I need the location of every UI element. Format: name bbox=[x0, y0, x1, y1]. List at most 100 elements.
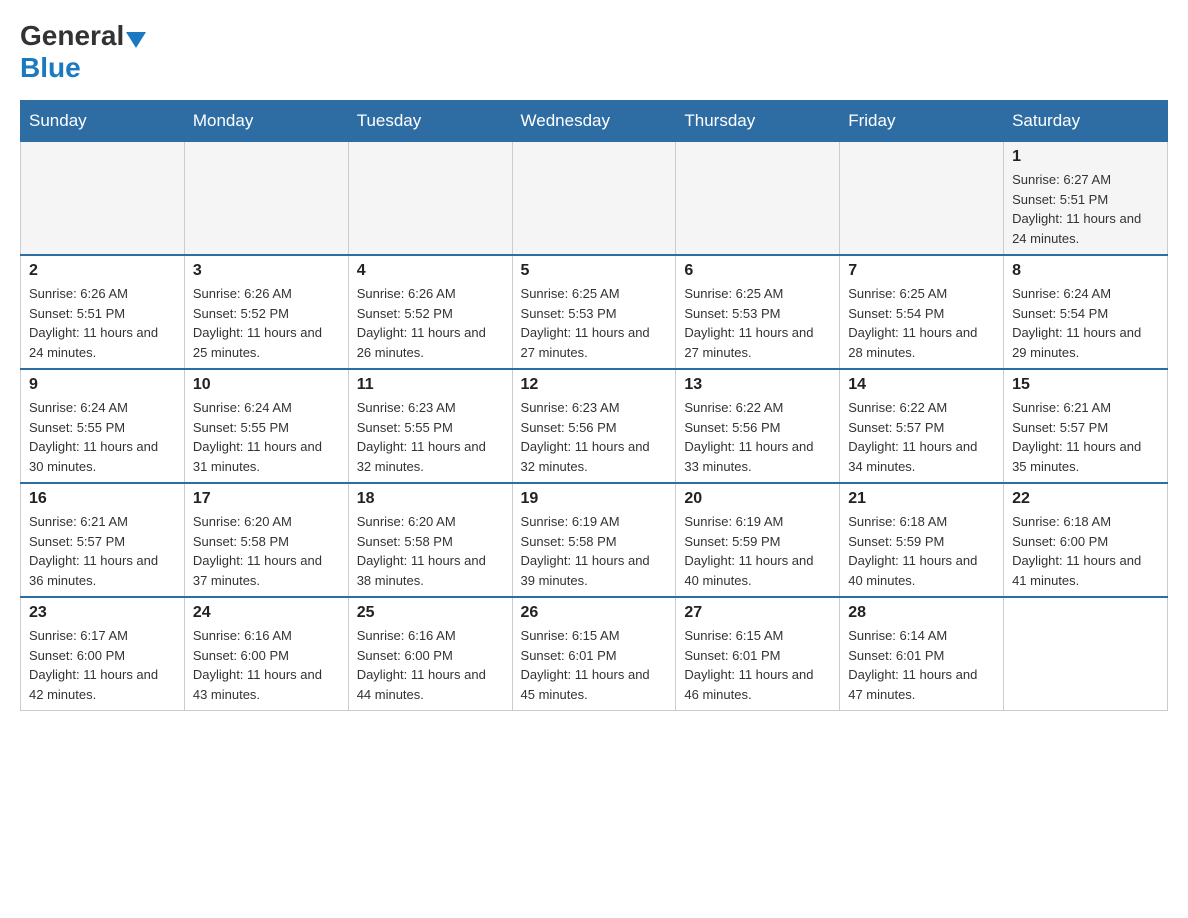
day-info: Sunrise: 6:24 AMSunset: 5:54 PMDaylight:… bbox=[1012, 284, 1159, 362]
day-number: 1 bbox=[1012, 148, 1159, 166]
calendar-day-cell bbox=[184, 142, 348, 256]
calendar-week-row: 23 Sunrise: 6:17 AMSunset: 6:00 PMDayligh… bbox=[21, 597, 1168, 711]
calendar-day-cell: 26 Sunrise: 6:15 AMSunset: 6:01 PMDayligh… bbox=[512, 597, 676, 711]
day-info: Sunrise: 6:15 AMSunset: 6:01 PMDaylight:… bbox=[684, 626, 831, 704]
calendar-day-cell: 22 Sunrise: 6:18 AMSunset: 6:00 PMDayligh… bbox=[1004, 483, 1168, 597]
calendar-day-cell: 27 Sunrise: 6:15 AMSunset: 6:01 PMDayligh… bbox=[676, 597, 840, 711]
day-number: 14 bbox=[848, 376, 995, 394]
calendar-day-cell: 23 Sunrise: 6:17 AMSunset: 6:00 PMDayligh… bbox=[21, 597, 185, 711]
day-info: Sunrise: 6:25 AMSunset: 5:53 PMDaylight:… bbox=[521, 284, 668, 362]
calendar-week-row: 9 Sunrise: 6:24 AMSunset: 5:55 PMDaylight… bbox=[21, 369, 1168, 483]
calendar-day-cell bbox=[840, 142, 1004, 256]
calendar-week-row: 2 Sunrise: 6:26 AMSunset: 5:51 PMDaylight… bbox=[21, 255, 1168, 369]
calendar-day-cell: 24 Sunrise: 6:16 AMSunset: 6:00 PMDayligh… bbox=[184, 597, 348, 711]
day-number: 5 bbox=[521, 262, 668, 280]
calendar-day-cell: 4 Sunrise: 6:26 AMSunset: 5:52 PMDaylight… bbox=[348, 255, 512, 369]
calendar-day-cell bbox=[1004, 597, 1168, 711]
day-info: Sunrise: 6:23 AMSunset: 5:56 PMDaylight:… bbox=[521, 398, 668, 476]
header-saturday: Saturday bbox=[1004, 101, 1168, 142]
calendar-day-cell: 16 Sunrise: 6:21 AMSunset: 5:57 PMDayligh… bbox=[21, 483, 185, 597]
day-info: Sunrise: 6:16 AMSunset: 6:00 PMDaylight:… bbox=[357, 626, 504, 704]
calendar-day-cell bbox=[676, 142, 840, 256]
calendar-day-cell: 21 Sunrise: 6:18 AMSunset: 5:59 PMDayligh… bbox=[840, 483, 1004, 597]
header-monday: Monday bbox=[184, 101, 348, 142]
day-number: 10 bbox=[193, 376, 340, 394]
calendar-header-row: Sunday Monday Tuesday Wednesday Thursday… bbox=[21, 101, 1168, 142]
day-info: Sunrise: 6:26 AMSunset: 5:52 PMDaylight:… bbox=[193, 284, 340, 362]
calendar-week-row: 1 Sunrise: 6:27 AMSunset: 5:51 PMDaylight… bbox=[21, 142, 1168, 256]
day-info: Sunrise: 6:21 AMSunset: 5:57 PMDaylight:… bbox=[29, 512, 176, 590]
day-info: Sunrise: 6:24 AMSunset: 5:55 PMDaylight:… bbox=[29, 398, 176, 476]
day-info: Sunrise: 6:19 AMSunset: 5:59 PMDaylight:… bbox=[684, 512, 831, 590]
header-sunday: Sunday bbox=[21, 101, 185, 142]
day-info: Sunrise: 6:17 AMSunset: 6:00 PMDaylight:… bbox=[29, 626, 176, 704]
day-number: 2 bbox=[29, 262, 176, 280]
day-info: Sunrise: 6:22 AMSunset: 5:57 PMDaylight:… bbox=[848, 398, 995, 476]
calendar-day-cell: 12 Sunrise: 6:23 AMSunset: 5:56 PMDayligh… bbox=[512, 369, 676, 483]
day-info: Sunrise: 6:25 AMSunset: 5:54 PMDaylight:… bbox=[848, 284, 995, 362]
day-number: 6 bbox=[684, 262, 831, 280]
header-wednesday: Wednesday bbox=[512, 101, 676, 142]
day-number: 28 bbox=[848, 604, 995, 622]
logo-blue-text: Blue bbox=[20, 52, 81, 83]
header-tuesday: Tuesday bbox=[348, 101, 512, 142]
day-number: 21 bbox=[848, 490, 995, 508]
logo-triangle-icon bbox=[126, 32, 146, 48]
calendar-table: Sunday Monday Tuesday Wednesday Thursday… bbox=[20, 100, 1168, 711]
day-info: Sunrise: 6:16 AMSunset: 6:00 PMDaylight:… bbox=[193, 626, 340, 704]
day-number: 24 bbox=[193, 604, 340, 622]
day-info: Sunrise: 6:15 AMSunset: 6:01 PMDaylight:… bbox=[521, 626, 668, 704]
day-number: 7 bbox=[848, 262, 995, 280]
calendar-day-cell: 3Sunrise: 6:26 AMSunset: 5:52 PMDaylight… bbox=[184, 255, 348, 369]
day-number: 16 bbox=[29, 490, 176, 508]
day-info: Sunrise: 6:14 AMSunset: 6:01 PMDaylight:… bbox=[848, 626, 995, 704]
day-info: Sunrise: 6:20 AMSunset: 5:58 PMDaylight:… bbox=[357, 512, 504, 590]
calendar-day-cell: 15Sunrise: 6:21 AMSunset: 5:57 PMDayligh… bbox=[1004, 369, 1168, 483]
day-info: Sunrise: 6:23 AMSunset: 5:55 PMDaylight:… bbox=[357, 398, 504, 476]
logo: General Blue bbox=[20, 20, 148, 84]
calendar-day-cell: 9 Sunrise: 6:24 AMSunset: 5:55 PMDaylight… bbox=[21, 369, 185, 483]
calendar-day-cell: 19 Sunrise: 6:19 AMSunset: 5:58 PMDayligh… bbox=[512, 483, 676, 597]
calendar-day-cell: 2 Sunrise: 6:26 AMSunset: 5:51 PMDaylight… bbox=[21, 255, 185, 369]
calendar-day-cell: 28 Sunrise: 6:14 AMSunset: 6:01 PMDayligh… bbox=[840, 597, 1004, 711]
day-number: 25 bbox=[357, 604, 504, 622]
header-friday: Friday bbox=[840, 101, 1004, 142]
day-number: 15 bbox=[1012, 376, 1159, 394]
calendar-day-cell: 7 Sunrise: 6:25 AMSunset: 5:54 PMDaylight… bbox=[840, 255, 1004, 369]
calendar-day-cell: 20 Sunrise: 6:19 AMSunset: 5:59 PMDayligh… bbox=[676, 483, 840, 597]
day-number: 12 bbox=[521, 376, 668, 394]
calendar-day-cell: 11Sunrise: 6:23 AMSunset: 5:55 PMDayligh… bbox=[348, 369, 512, 483]
day-number: 19 bbox=[521, 490, 668, 508]
calendar-day-cell: 8Sunrise: 6:24 AMSunset: 5:54 PMDaylight… bbox=[1004, 255, 1168, 369]
calendar-day-cell: 1 Sunrise: 6:27 AMSunset: 5:51 PMDaylight… bbox=[1004, 142, 1168, 256]
calendar-day-cell: 13Sunrise: 6:22 AMSunset: 5:56 PMDayligh… bbox=[676, 369, 840, 483]
calendar-day-cell bbox=[21, 142, 185, 256]
day-info: Sunrise: 6:24 AMSunset: 5:55 PMDaylight:… bbox=[193, 398, 340, 476]
day-number: 9 bbox=[29, 376, 176, 394]
calendar-day-cell: 5 Sunrise: 6:25 AMSunset: 5:53 PMDaylight… bbox=[512, 255, 676, 369]
day-number: 18 bbox=[357, 490, 504, 508]
day-info: Sunrise: 6:22 AMSunset: 5:56 PMDaylight:… bbox=[684, 398, 831, 476]
page-header: General Blue bbox=[20, 20, 1168, 84]
day-info: Sunrise: 6:27 AMSunset: 5:51 PMDaylight:… bbox=[1012, 170, 1159, 248]
day-number: 23 bbox=[29, 604, 176, 622]
calendar-day-cell: 25 Sunrise: 6:16 AMSunset: 6:00 PMDayligh… bbox=[348, 597, 512, 711]
logo-general-text: General bbox=[20, 20, 124, 52]
calendar-week-row: 16 Sunrise: 6:21 AMSunset: 5:57 PMDayligh… bbox=[21, 483, 1168, 597]
day-number: 4 bbox=[357, 262, 504, 280]
calendar-day-cell: 17 Sunrise: 6:20 AMSunset: 5:58 PMDayligh… bbox=[184, 483, 348, 597]
day-number: 17 bbox=[193, 490, 340, 508]
day-number: 20 bbox=[684, 490, 831, 508]
calendar-day-cell bbox=[512, 142, 676, 256]
day-info: Sunrise: 6:18 AMSunset: 5:59 PMDaylight:… bbox=[848, 512, 995, 590]
calendar-day-cell: 10 Sunrise: 6:24 AMSunset: 5:55 PMDayligh… bbox=[184, 369, 348, 483]
day-number: 22 bbox=[1012, 490, 1159, 508]
day-info: Sunrise: 6:20 AMSunset: 5:58 PMDaylight:… bbox=[193, 512, 340, 590]
day-number: 27 bbox=[684, 604, 831, 622]
day-info: Sunrise: 6:18 AMSunset: 6:00 PMDaylight:… bbox=[1012, 512, 1159, 590]
day-info: Sunrise: 6:26 AMSunset: 5:52 PMDaylight:… bbox=[357, 284, 504, 362]
header-thursday: Thursday bbox=[676, 101, 840, 142]
day-number: 26 bbox=[521, 604, 668, 622]
day-info: Sunrise: 6:19 AMSunset: 5:58 PMDaylight:… bbox=[521, 512, 668, 590]
day-info: Sunrise: 6:26 AMSunset: 5:51 PMDaylight:… bbox=[29, 284, 176, 362]
